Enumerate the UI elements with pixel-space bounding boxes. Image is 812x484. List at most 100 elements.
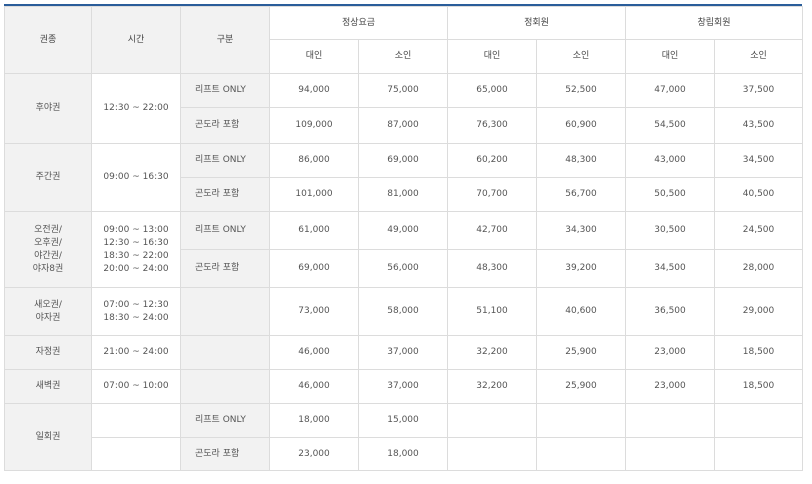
- price-cell: 69,000: [358, 143, 448, 178]
- header-adult: 대인: [269, 39, 359, 74]
- ticket-cell: 주간권: [4, 143, 92, 212]
- ticket-line: 야자8권: [32, 263, 64, 274]
- price-cell: 49,000: [358, 211, 448, 250]
- price-cell: 94,000: [269, 73, 359, 108]
- price-cell: 86,000: [269, 143, 359, 178]
- ticket-line: 오전권/: [34, 224, 62, 235]
- header-adult: 대인: [447, 39, 537, 74]
- category-cell: [180, 287, 270, 336]
- price-cell: 46,000: [269, 335, 359, 370]
- time-line: 18:30 ~ 22:00: [103, 250, 169, 261]
- time-cell: [91, 403, 181, 438]
- time-cell: 09:00 ~ 13:00 12:30 ~ 16:30 18:30 ~ 22:0…: [91, 211, 181, 288]
- price-cell: 40,500: [714, 177, 803, 212]
- table-row: 일회권 리프트 ONLY 18,000 15,000: [4, 403, 803, 471]
- price-cell: 73,000: [269, 287, 359, 336]
- price-cell: 25,900: [536, 335, 626, 370]
- price-cell: 32,200: [447, 369, 537, 404]
- price-cell: 50,500: [625, 177, 715, 212]
- category-cell: 리프트 ONLY: [180, 403, 270, 438]
- time-cell: 09:00 ~ 16:30: [91, 143, 181, 212]
- price-cell: 34,500: [625, 249, 715, 288]
- price-cell: 23,000: [625, 335, 715, 370]
- category-cell: 곤도라 포함: [180, 177, 270, 212]
- price-cell: 18,000: [358, 437, 448, 471]
- table-row: 곤도라 포함 23,000 18,000: [5, 437, 803, 471]
- price-cell: [714, 403, 803, 438]
- ticket-cell: 일회권: [4, 403, 92, 471]
- ticket-cell: 자정권: [4, 335, 92, 370]
- price-cell: 18,500: [714, 369, 803, 404]
- price-cell: 15,000: [358, 403, 448, 438]
- price-cell: 51,100: [447, 287, 537, 336]
- price-cell: 75,000: [358, 73, 448, 108]
- price-cell: 39,200: [536, 249, 626, 288]
- price-cell: 46,000: [269, 369, 359, 404]
- category-cell: [180, 335, 270, 370]
- price-cell: 65,000: [447, 73, 537, 108]
- price-cell: 23,000: [269, 437, 359, 471]
- category-cell: 곤도라 포함: [180, 107, 270, 144]
- price-cell: 43,000: [625, 143, 715, 178]
- price-cell: 37,000: [358, 335, 448, 370]
- price-cell: [536, 403, 626, 438]
- table-row: 주간권 09:00 ~ 16:30 리프트 ONLY 86,000 69,000…: [4, 143, 803, 212]
- price-cell: 81,000: [358, 177, 448, 212]
- price-cell: 56,700: [536, 177, 626, 212]
- price-cell: 37,000: [358, 369, 448, 404]
- price-cell: 109,000: [269, 107, 359, 144]
- price-cell: 61,000: [269, 211, 359, 250]
- header-child: 소인: [714, 39, 803, 74]
- header-adult: 대인: [625, 39, 715, 74]
- header-child: 소인: [536, 39, 626, 74]
- price-cell: 54,500: [625, 107, 715, 144]
- table-row: 후야권 12:30 ~ 22:00 리프트 ONLY 94,000 75,000…: [4, 73, 803, 144]
- header-child: 소인: [358, 39, 448, 74]
- price-cell: 60,200: [447, 143, 537, 178]
- price-cell: 30,500: [625, 211, 715, 250]
- price-cell: 43,500: [714, 107, 803, 144]
- price-cell: 34,300: [536, 211, 626, 250]
- header-founder: 창립회원: [625, 6, 803, 40]
- price-cell: 32,200: [447, 335, 537, 370]
- price-cell: 47,000: [625, 73, 715, 108]
- time-cell: 21:00 ~ 24:00: [91, 335, 181, 370]
- price-cell: [536, 437, 626, 471]
- price-cell: 28,000: [714, 249, 803, 288]
- price-cell: 70,700: [447, 177, 537, 212]
- time-cell: [91, 437, 181, 471]
- category-cell: 곤도라 포함: [180, 437, 270, 471]
- price-cell: 48,300: [447, 249, 537, 288]
- price-cell: 52,500: [536, 73, 626, 108]
- price-cell: 40,600: [536, 287, 626, 336]
- header-row: 권종 시간 구분 정상요금 정회원 창립회원: [4, 6, 803, 74]
- ticket-line: 야간권/: [34, 250, 62, 261]
- ticket-cell: 후야권: [4, 73, 92, 144]
- price-cell: 36,500: [625, 287, 715, 336]
- price-cell: 42,700: [447, 211, 537, 250]
- time-cell: 12:30 ~ 22:00: [91, 73, 181, 144]
- time-cell: 07:00 ~ 10:00: [91, 369, 181, 404]
- category-cell: [180, 369, 270, 404]
- table-row: 새벽권 07:00 ~ 10:00 46,000 37,000 32,200 2…: [4, 369, 803, 404]
- category-cell: 리프트 ONLY: [180, 143, 270, 178]
- ticket-line: 야자권: [35, 312, 61, 323]
- ticket-line: 새오권/: [34, 299, 62, 310]
- price-cell: [625, 437, 715, 471]
- price-cell: [447, 403, 537, 438]
- price-cell: 29,000: [714, 287, 803, 336]
- ticket-line: 오후권/: [34, 237, 62, 248]
- header-member: 정회원: [447, 6, 626, 40]
- header-ticket-type: 권종: [4, 6, 92, 74]
- price-cell: 37,500: [714, 73, 803, 108]
- table-row: 새오권/ 야자권 07:00 ~ 12:30 18:30 ~ 24:00 73,…: [4, 287, 803, 336]
- price-cell: 48,300: [536, 143, 626, 178]
- price-cell: [625, 403, 715, 438]
- price-cell: 18,500: [714, 335, 803, 370]
- price-cell: [447, 437, 537, 471]
- price-cell: 24,500: [714, 211, 803, 250]
- price-cell: 56,000: [358, 249, 448, 288]
- price-cell: 34,500: [714, 143, 803, 178]
- price-table-panel: 권종 시간 구분 정상요금 정회원 창립회원 대인 소인 대인 소인 대인 소인…: [0, 0, 812, 484]
- price-cell: 25,900: [536, 369, 626, 404]
